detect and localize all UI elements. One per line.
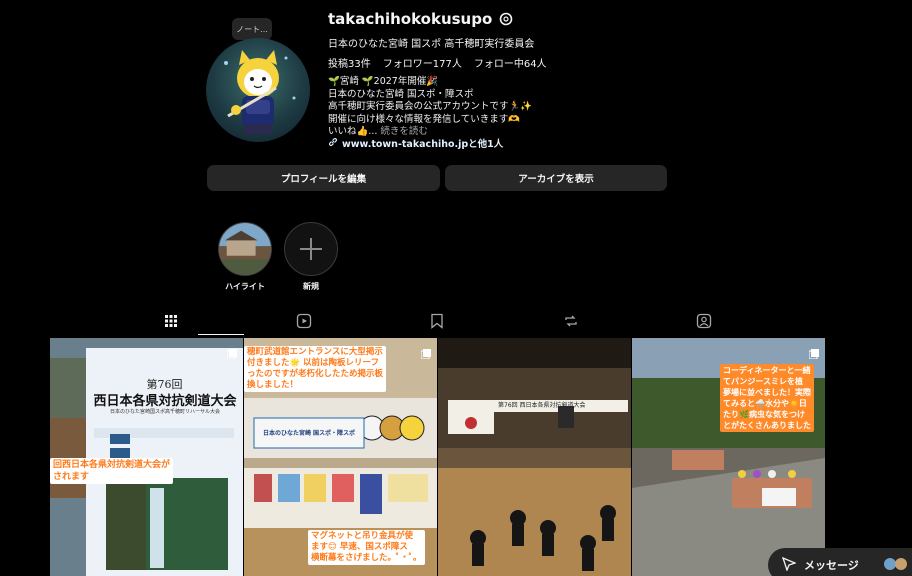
plus-icon [300,238,322,260]
tab-posts-grid-icon[interactable] [162,312,180,330]
profile-stats: 投稿33件 フォロワー177人 フォロー中64人 [328,55,547,70]
external-link[interactable]: www.town-takachiho.jpと他1人 [328,136,503,150]
link-text: www.town-takachiho.jpと他1人 [342,139,504,150]
poster-title: 西日本各県対抗剣道大会 [93,394,237,409]
messages-bar[interactable]: メッセージ [768,548,912,576]
profile-tabs [50,312,825,335]
new-highlight-item[interactable]: 新規 [283,222,339,292]
username: takachihokokusupo [328,10,493,28]
message-avatars [883,557,912,574]
venue-banner-text: 第76回 西日本各県対抗剣道大会 [498,402,586,409]
following-count[interactable]: フォロー中64人 [474,55,547,70]
post-tile[interactable]: 穂町武道館エントランスに大型掲示 付きました🌟 以前は陶板レリーフ ったのですが… [244,338,437,576]
poster-subtitle: 日本のひなた宮崎国スポ高千穂町リハーサル大会 [110,409,220,415]
tab-tagged-icon[interactable] [695,312,713,330]
highlight-thumbnail [218,222,272,276]
posts-count: 投稿33件 [328,59,371,70]
post-image [438,338,631,576]
post-caption: 回西日本各県対抗剣道大会が されます [50,458,174,484]
post-tile[interactable]: 第76回 西日本各県対抗剣道大会 [438,338,631,576]
active-tab-indicator [198,334,244,335]
tab-saved-icon[interactable] [428,312,446,330]
multi-image-icon [808,344,819,360]
post-caption-bottom: マグネットと吊り金具が使 ます😊 早速、国スポ障ス 横断幕をさげました。ﾟ•ﾟ。 [308,530,425,565]
new-highlight-circle [284,222,338,276]
followers-count[interactable]: フォロワー177人 [383,55,462,70]
post-image [50,338,243,576]
bio-line: 日本のひなた宮崎 国スポ・障スポ [328,88,474,100]
post-tile[interactable]: 第76回 西日本各県対抗剣道大会 日本のひなた宮崎国スポ高千穂町リハーサル大会 … [50,338,243,576]
posts-grid: 第76回 西日本各県対抗剣道大会 日本のひなた宮崎国スポ高千穂町リハーサル大会 … [50,338,825,576]
profile-avatar[interactable] [206,38,310,142]
multi-image-icon [226,344,237,360]
full-name: 日本のひなた宮崎 国スポ 高千穂町実行委員会 [328,39,535,50]
send-icon [781,556,797,574]
highlight-label: ハイライト [225,282,265,291]
post-caption-top: 穂町武道館エントランスに大型掲示 付きました🌟 以前は陶板レリーフ ったのですが… [244,346,387,392]
bio-line: 🌱宮崎 🌱2027年開催🎉 [328,76,439,87]
tab-reposts-icon[interactable] [562,312,580,330]
new-highlight-label: 新規 [303,282,319,291]
highlight-item[interactable]: ハイライト [217,222,273,292]
multi-image-icon [420,344,431,360]
tab-reels-icon[interactable] [295,312,313,330]
post-tile[interactable]: コーディネーターと一緒 てパンジースミレを植 夢場に並べました！実際 てみると🌧… [632,338,825,576]
note-text: ノート... [236,24,268,34]
mascot-illustration [224,50,296,134]
link-icon [328,137,338,150]
messages-label: メッセージ [804,559,859,572]
bio-line: 高千穂町実行委員会の公式アカウントです🏃✨ [328,101,533,112]
banner-text: 日本のひなた宮崎 国スポ・障スポ [262,430,356,437]
post-caption: コーディネーターと一緒 てパンジースミレを植 夢場に並べました！実際 てみると🌧… [720,364,814,432]
instagram-profile-page: ノート... takachihokokusupo 日本のひなた宮崎 国スポ 高千… [0,0,912,576]
settings-gear-icon[interactable] [498,11,514,27]
note-bubble[interactable]: ノート... [232,18,272,46]
view-archive-button[interactable]: アーカイブを表示 [445,165,667,191]
username-row: takachihokokusupo [328,10,514,28]
avatar-image [206,38,310,142]
bio: 🌱宮崎 🌱2027年開催🎉 日本のひなた宮崎 国スポ・障スポ 高千穂町実行委員会… [328,76,658,139]
edit-profile-button[interactable]: プロフィールを編集 [207,165,440,191]
bio-line: 開催に向け様々な情報を発信していきます🫶 [328,113,521,125]
